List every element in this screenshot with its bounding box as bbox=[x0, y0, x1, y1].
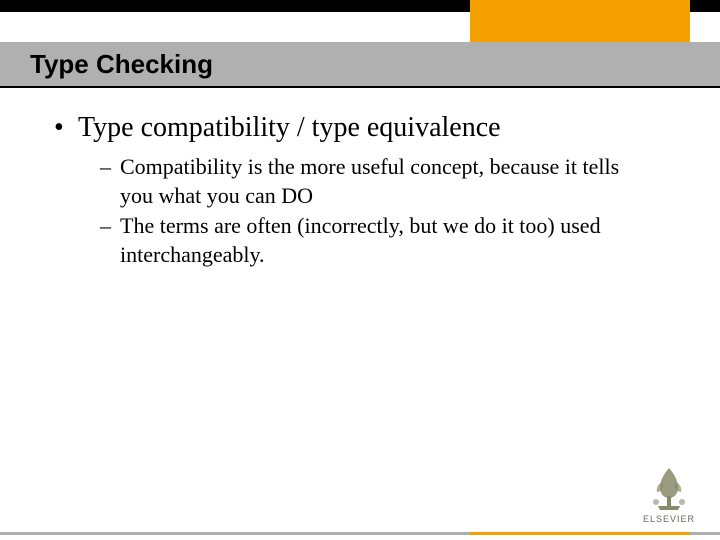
top-orange-block bbox=[470, 0, 690, 42]
title-bar: Type Checking bbox=[0, 42, 720, 88]
bottom-orange-rule bbox=[470, 532, 690, 535]
slide-title: Type Checking bbox=[30, 49, 213, 80]
publisher-name: ELSEVIER bbox=[636, 514, 702, 524]
main-bullet: Type compatibility / type equivalence bbox=[54, 110, 654, 145]
slide-content: Type compatibility / type equivalence Co… bbox=[54, 110, 654, 271]
sub-bullet: Compatibility is the more useful concept… bbox=[100, 153, 654, 210]
sub-bullet: The terms are often (incorrectly, but we… bbox=[100, 212, 654, 269]
sub-bullet-list: Compatibility is the more useful concept… bbox=[100, 153, 654, 269]
elsevier-tree-icon bbox=[644, 462, 694, 512]
publisher-logo: ELSEVIER bbox=[636, 462, 702, 524]
